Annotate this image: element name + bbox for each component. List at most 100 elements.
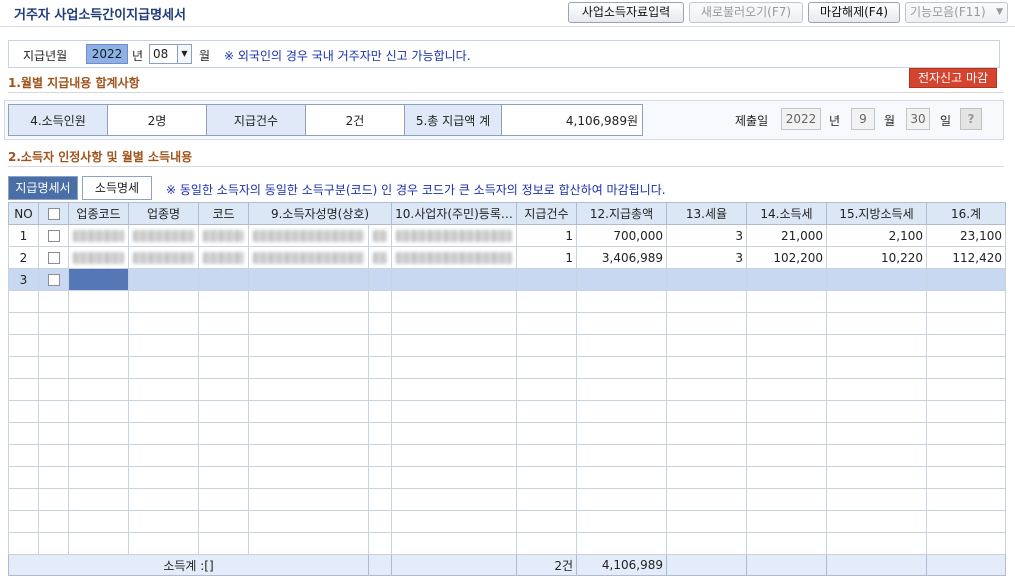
empty-cell[interactable] <box>8 532 39 555</box>
col-sum[interactable]: 16.계 <box>926 202 1006 225</box>
empty-cell[interactable] <box>8 466 39 489</box>
empty-cell[interactable] <box>926 510 1006 533</box>
row-local-tax[interactable]: 2,100 <box>826 224 927 247</box>
empty-cell[interactable] <box>68 356 129 379</box>
empty-cell[interactable] <box>38 444 69 467</box>
empty-cell[interactable] <box>746 312 827 335</box>
empty-cell[interactable] <box>826 444 927 467</box>
submit-day-field[interactable]: 30 <box>906 108 930 130</box>
empty-cell[interactable] <box>248 356 369 379</box>
empty-cell[interactable] <box>926 532 1006 555</box>
empty-cell[interactable] <box>68 510 129 533</box>
empty-cell[interactable] <box>516 334 577 357</box>
refresh-button[interactable]: 새로불러오기(F7) <box>689 2 803 23</box>
empty-cell[interactable] <box>248 378 369 401</box>
empty-cell[interactable] <box>38 488 69 511</box>
redacted-cell[interactable] <box>128 224 199 247</box>
empty-cell[interactable] <box>666 422 747 445</box>
row-income-tax[interactable] <box>746 268 827 291</box>
empty-cell[interactable] <box>391 444 517 467</box>
empty-cell[interactable] <box>666 334 747 357</box>
row-rate[interactable] <box>666 268 747 291</box>
empty-cell[interactable] <box>391 312 517 335</box>
empty-cell[interactable] <box>666 378 747 401</box>
empty-cell[interactable] <box>391 356 517 379</box>
empty-cell[interactable] <box>68 400 129 423</box>
empty-cell[interactable] <box>68 312 129 335</box>
help-icon[interactable]: ? <box>960 108 982 130</box>
empty-cell[interactable] <box>38 466 69 489</box>
empty-cell[interactable] <box>666 532 747 555</box>
empty-cell[interactable] <box>926 466 1006 489</box>
empty-cell[interactable] <box>516 466 577 489</box>
empty-cell[interactable] <box>198 356 249 379</box>
empty-cell[interactable] <box>68 444 129 467</box>
empty-cell[interactable] <box>38 356 69 379</box>
redacted-cell[interactable] <box>68 224 129 247</box>
row-total[interactable]: 700,000 <box>576 224 667 247</box>
empty-cell[interactable] <box>666 510 747 533</box>
col-code[interactable]: 코드 <box>198 202 249 225</box>
col-count[interactable]: 지급건수 <box>516 202 577 225</box>
empty-cell[interactable] <box>248 510 369 533</box>
row-checkbox-cell[interactable] <box>38 246 69 269</box>
empty-cell[interactable] <box>391 532 517 555</box>
empty-cell[interactable] <box>666 356 747 379</box>
empty-cell[interactable] <box>198 290 249 313</box>
empty-cell[interactable] <box>746 422 827 445</box>
empty-cell[interactable] <box>826 290 927 313</box>
empty-cell[interactable] <box>576 334 667 357</box>
empty-cell[interactable] <box>826 378 927 401</box>
submit-year-field[interactable]: 2022 <box>781 108 821 130</box>
empty-cell[interactable] <box>826 356 927 379</box>
empty-cell[interactable] <box>926 422 1006 445</box>
empty-cell[interactable] <box>198 510 249 533</box>
empty-cell[interactable] <box>128 312 199 335</box>
empty-cell[interactable] <box>198 334 249 357</box>
empty-table-row[interactable] <box>8 444 1006 467</box>
empty-cell[interactable] <box>926 334 1006 357</box>
empty-cell[interactable] <box>576 290 667 313</box>
empty-cell[interactable] <box>576 510 667 533</box>
empty-cell[interactable] <box>368 312 392 335</box>
empty-cell[interactable] <box>8 334 39 357</box>
empty-cell[interactable] <box>198 268 249 291</box>
empty-cell[interactable] <box>8 378 39 401</box>
empty-cell[interactable] <box>38 532 69 555</box>
empty-cell[interactable] <box>391 378 517 401</box>
empty-cell[interactable] <box>248 532 369 555</box>
empty-table-row[interactable] <box>8 400 1006 423</box>
empty-cell[interactable] <box>516 488 577 511</box>
empty-cell[interactable] <box>8 356 39 379</box>
col-rate[interactable]: 13.세율 <box>666 202 747 225</box>
tab-statement[interactable]: 지급명세서 <box>8 176 78 200</box>
empty-cell[interactable] <box>746 466 827 489</box>
row-count[interactable] <box>516 268 577 291</box>
empty-cell[interactable] <box>68 378 129 401</box>
redacted-cell[interactable] <box>248 246 369 269</box>
empty-cell[interactable] <box>666 312 747 335</box>
empty-cell[interactable] <box>368 488 392 511</box>
empty-cell[interactable] <box>8 290 39 313</box>
empty-cell[interactable] <box>8 488 39 511</box>
empty-cell[interactable] <box>68 466 129 489</box>
empty-cell[interactable] <box>826 466 927 489</box>
empty-cell[interactable] <box>248 268 369 291</box>
empty-cell[interactable] <box>391 488 517 511</box>
col-biz-code[interactable]: 업종코드 <box>68 202 129 225</box>
empty-cell[interactable] <box>391 466 517 489</box>
col-local-tax[interactable]: 15.지방소득세 <box>826 202 927 225</box>
empty-cell[interactable] <box>198 400 249 423</box>
empty-cell[interactable] <box>391 422 517 445</box>
col-total[interactable]: 12.지급총액 <box>576 202 667 225</box>
empty-cell[interactable] <box>128 290 199 313</box>
redacted-cell[interactable] <box>391 224 517 247</box>
empty-table-row[interactable] <box>8 334 1006 357</box>
row-rate[interactable]: 3 <box>666 224 747 247</box>
empty-cell[interactable] <box>8 444 39 467</box>
empty-cell[interactable] <box>516 356 577 379</box>
empty-cell[interactable] <box>68 290 129 313</box>
empty-cell[interactable] <box>128 532 199 555</box>
table-row[interactable]: 1 1 700,000 3 21,000 2,100 23,100 <box>8 224 1006 247</box>
redacted-cell[interactable] <box>368 246 392 269</box>
